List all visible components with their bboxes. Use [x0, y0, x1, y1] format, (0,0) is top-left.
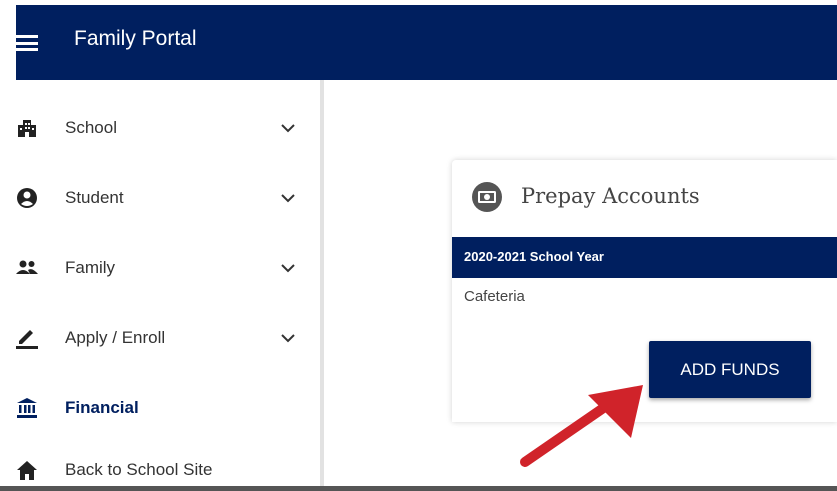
sidebar-item-student[interactable]: Student: [0, 178, 320, 218]
bottom-divider: [0, 486, 837, 491]
school-year-header: 2020-2021 School Year: [452, 237, 837, 278]
chevron-down-icon[interactable]: [280, 260, 296, 276]
school-year-label: 2020-2021 School Year: [464, 249, 604, 264]
sidebar-item-label: Family: [65, 258, 116, 277]
add-funds-button[interactable]: ADD FUNDS: [649, 341, 811, 398]
pencil-icon: [16, 327, 38, 349]
money-icon: [472, 182, 502, 212]
sidebar-item-school[interactable]: School: [0, 108, 320, 148]
sidebar-item-family[interactable]: Family: [0, 248, 320, 288]
sidebar-item-label: School: [65, 118, 117, 137]
account-name: Cafeteria: [464, 288, 525, 305]
top-app-bar: Family Portal: [16, 5, 837, 80]
home-icon: [16, 459, 38, 481]
sidebar-item-financial[interactable]: Financial: [0, 388, 320, 428]
people-icon: [16, 257, 38, 279]
sidebar-item-label: Student: [65, 188, 124, 207]
chevron-down-icon[interactable]: [280, 120, 296, 136]
sidebar-item-label: Apply / Enroll: [65, 328, 166, 347]
sidebar-item-label: Financial: [65, 398, 139, 417]
building-icon: [16, 117, 38, 139]
user-circle-icon: [16, 187, 38, 209]
sidebar-item-apply-enroll[interactable]: Apply / Enroll: [0, 318, 320, 358]
annotation-arrow-icon: [520, 385, 643, 467]
card-title: Prepay Accounts: [521, 184, 700, 208]
bank-icon: [16, 397, 38, 419]
sidebar-nav: School Student Family Apply / Enroll Fin…: [0, 80, 324, 486]
sidebar-item-back-to-school-site[interactable]: Back to School Site: [0, 450, 320, 490]
chevron-down-icon[interactable]: [280, 330, 296, 346]
hamburger-menu-icon[interactable]: [16, 35, 38, 51]
app-title: Family Portal: [74, 27, 197, 50]
sidebar-item-label: Back to School Site: [65, 460, 213, 479]
chevron-down-icon[interactable]: [280, 190, 296, 206]
